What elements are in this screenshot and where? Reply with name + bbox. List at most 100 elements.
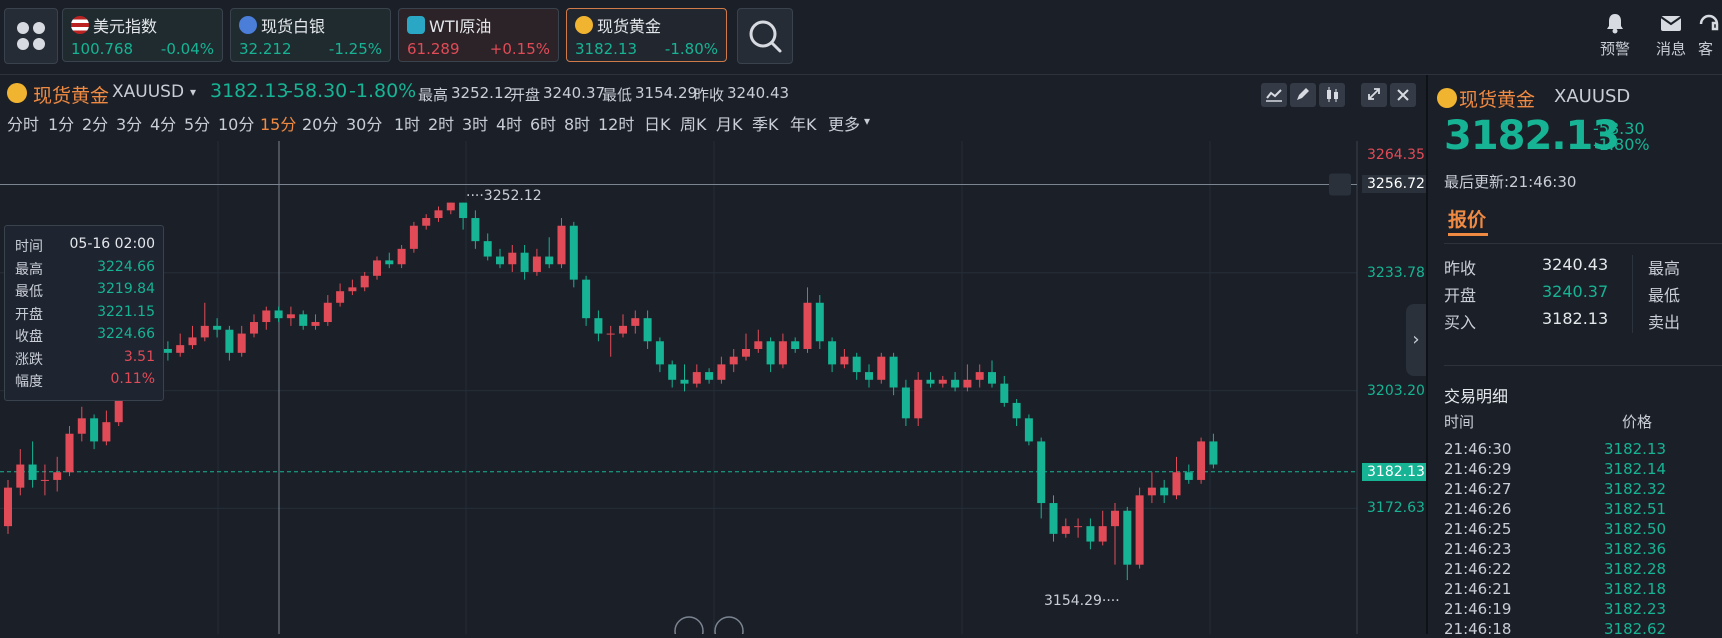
- customer-service-button[interactable]: 客: [1698, 12, 1722, 59]
- tooltip-value: 3219.84: [97, 281, 155, 297]
- period-10[interactable]: 1时: [394, 111, 420, 135]
- period-13[interactable]: 4时: [496, 111, 522, 135]
- draw-tool-button[interactable]: [1290, 83, 1316, 107]
- ticker-price: 3182.13: [575, 40, 638, 58]
- quote-key: 卖出: [1648, 313, 1681, 332]
- apps-grid-icon: [17, 22, 29, 34]
- mail-icon: [1660, 16, 1682, 31]
- ticker-wti-oil[interactable]: WTI原油 61.289 +0.15%: [398, 8, 559, 62]
- apps-grid-icon: [33, 38, 45, 50]
- chart-type-button[interactable]: [1319, 83, 1345, 107]
- tooltip-value: 3.51: [123, 348, 155, 365]
- headset-icon: [1699, 14, 1719, 31]
- candle: [865, 372, 873, 380]
- close-icon: [1397, 89, 1409, 101]
- period-12[interactable]: 3时: [462, 111, 488, 135]
- period-5[interactable]: 5分: [184, 111, 210, 135]
- indicator-button[interactable]: [1261, 83, 1287, 107]
- tooltip-value: 0.11%: [110, 371, 155, 387]
- period-18[interactable]: 周K: [680, 111, 707, 135]
- trades-title: 交易明细: [1444, 387, 1509, 406]
- candle: [852, 356, 861, 373]
- period-14[interactable]: 6时: [530, 111, 556, 135]
- period-2[interactable]: 2分: [82, 111, 108, 135]
- candle: [791, 341, 800, 349]
- quote-key: 开盘: [1444, 286, 1477, 305]
- customer-service-label: 客: [1698, 40, 1714, 58]
- search-button[interactable]: [737, 8, 793, 64]
- quote-key: 买入: [1444, 313, 1477, 332]
- candle: [397, 248, 406, 265]
- tooltip-key: 时间: [15, 239, 43, 255]
- tooltip-key: 开盘: [15, 306, 43, 323]
- tooltip-key: 最低: [15, 284, 43, 300]
- apps-grid-icon: [17, 38, 29, 50]
- candle: [1098, 526, 1107, 542]
- period-20[interactable]: 季K: [752, 111, 779, 135]
- candle: [766, 341, 775, 365]
- period-15[interactable]: 8时: [564, 111, 590, 135]
- candle: [754, 341, 763, 349]
- candle: [840, 356, 849, 365]
- period-17[interactable]: 日K: [644, 111, 671, 135]
- candle: [938, 379, 947, 384]
- period-3[interactable]: 3分: [116, 111, 142, 135]
- trade-price: 3182.62: [1604, 620, 1667, 638]
- period-11[interactable]: 2时: [428, 111, 454, 135]
- tooltip-value: 3224.66: [97, 326, 155, 342]
- instrument-symbol[interactable]: XAUUSD: [112, 82, 184, 102]
- candle: [16, 464, 25, 488]
- period-16[interactable]: 12时: [598, 111, 634, 135]
- period-21[interactable]: 年K: [790, 111, 817, 135]
- period-1[interactable]: 1分: [48, 111, 74, 135]
- candle: [1209, 441, 1218, 465]
- candle: [373, 260, 381, 276]
- low-label: 最低: [602, 86, 633, 104]
- quote-key: 最低: [1648, 286, 1681, 305]
- trade-time: 21:46:29: [1444, 460, 1512, 478]
- close-chart-button[interactable]: [1390, 83, 1416, 107]
- candle: [643, 318, 652, 342]
- instrument-name[interactable]: 现货黄金: [33, 81, 109, 108]
- ticker-silver[interactable]: 现货白银 32.212 -1.25%: [230, 8, 391, 62]
- sidebar-toggle-button[interactable]: ›: [1406, 304, 1426, 376]
- chevron-down-icon[interactable]: ▾: [190, 85, 196, 99]
- divider: [1444, 365, 1722, 366]
- candle: [459, 202, 468, 219]
- candle: [1012, 402, 1021, 419]
- messages-button[interactable]: 消息: [1646, 12, 1696, 59]
- candle: [778, 341, 787, 365]
- period-19[interactable]: 月K: [716, 111, 743, 135]
- tooltip-key: 涨跌: [15, 351, 43, 368]
- candle: [1000, 383, 1009, 403]
- period-8[interactable]: 20分: [302, 111, 338, 135]
- candlestick-chart[interactable]: ····3252.12 3154.29····: [0, 141, 1426, 634]
- alert-button[interactable]: 预警: [1590, 12, 1640, 59]
- apps-menu-button[interactable]: [4, 8, 58, 64]
- period-6[interactable]: 10分: [218, 111, 254, 135]
- trade-price: 3182.23: [1604, 600, 1667, 618]
- candle: [692, 372, 701, 384]
- ticker-change: -0.04%: [160, 40, 214, 58]
- expand-button[interactable]: [1361, 83, 1387, 107]
- period-4[interactable]: 4分: [150, 111, 176, 135]
- period-9[interactable]: 30分: [346, 111, 382, 135]
- tab-quote[interactable]: 报价: [1448, 205, 1486, 232]
- chevron-down-icon[interactable]: ▾: [864, 114, 870, 128]
- candlestick-icon: [1327, 87, 1338, 102]
- candle: [729, 356, 738, 365]
- sidebar-instrument-name: 现货黄金: [1459, 89, 1536, 111]
- chart-panel: 现货黄金 XAUUSD ▾ 3182.13 -58.30 -1.80% 最高 3…: [0, 75, 1430, 634]
- trade-time: 21:46:25: [1444, 520, 1512, 538]
- candle: [877, 356, 886, 380]
- period-7[interactable]: 15分: [260, 111, 296, 135]
- apps-grid-icon: [33, 22, 45, 34]
- ticker-dollar-index[interactable]: 美元指数 100.768 -0.04%: [62, 8, 223, 62]
- ticker-price: 61.289: [407, 40, 460, 58]
- period-0[interactable]: 分时: [7, 111, 39, 135]
- candle: [336, 291, 345, 303]
- ticker-gold[interactable]: 现货黄金 3182.13 -1.80%: [566, 8, 727, 62]
- candle: [28, 464, 37, 480]
- period-22[interactable]: 更多: [828, 111, 860, 135]
- candle: [250, 322, 258, 334]
